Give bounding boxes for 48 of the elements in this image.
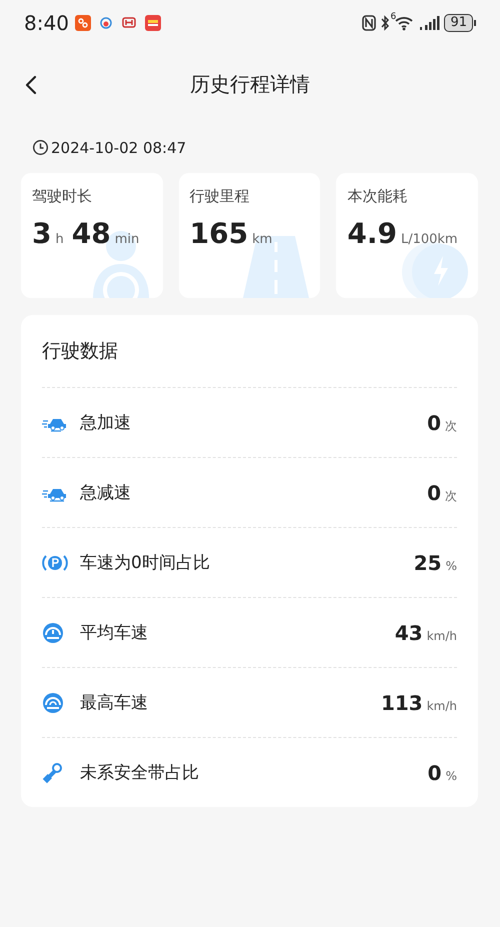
card-unit: L/100km: [400, 232, 458, 247]
card-label: 驾驶时长: [32, 187, 93, 206]
metric-label: 急加速: [80, 412, 132, 434]
status-time: 8:40: [24, 11, 69, 35]
car-logo-icon: [120, 16, 137, 30]
card-unit: min: [114, 232, 140, 247]
metric-label: 未系安全带占比: [80, 762, 200, 784]
metric-label: 平均车速: [80, 622, 149, 644]
metric-label: 急减速: [80, 482, 132, 504]
app-icon: [98, 16, 113, 30]
metric-value: 25: [414, 550, 442, 574]
card-unit: km: [252, 232, 272, 247]
card-label: 本次能耗: [347, 187, 408, 206]
metric-label: 最高车速: [80, 692, 149, 714]
metric-value: 43: [394, 620, 423, 644]
card-value: 48: [72, 217, 111, 250]
section-title: 行驶数据: [42, 315, 457, 388]
signal-icon: [418, 15, 440, 31]
nfc-icon: [362, 15, 376, 31]
metric-value: 0: [427, 410, 441, 434]
battery-level: 91: [444, 14, 473, 32]
speedometer-icon: [42, 692, 64, 714]
metric-value: 0: [427, 480, 441, 504]
metric-value: 113: [380, 690, 423, 714]
wifi-label: 6: [390, 12, 396, 22]
metric-label: 车速为0时间占比: [80, 552, 211, 574]
speedometer-icon: [42, 622, 64, 644]
parking-icon: [42, 552, 68, 572]
app-icon: [144, 15, 161, 31]
wifi-icon: [394, 15, 414, 31]
metric-unit: km/h: [426, 698, 457, 712]
card-value: 4.9: [347, 217, 397, 250]
metric-unit: %: [446, 768, 457, 782]
metric-unit: %: [446, 558, 457, 572]
card-value: 165: [190, 217, 248, 250]
clock-icon: [33, 140, 48, 155]
app-icon: [74, 15, 91, 31]
seatbelt-icon: [42, 762, 64, 784]
metric-unit: km/h: [426, 628, 457, 642]
card-label: 行驶里程: [190, 187, 251, 206]
metric-unit: 次: [445, 488, 457, 504]
metric-value: 0: [428, 760, 442, 784]
page-title: 历史行程详情: [190, 70, 310, 98]
card-unit: h: [55, 232, 64, 247]
metric-unit: 次: [445, 418, 457, 434]
trip-date-time: 2024-10-02 08:47: [51, 138, 186, 156]
bluetooth-icon: [380, 15, 390, 31]
card-value: 3: [32, 217, 52, 250]
